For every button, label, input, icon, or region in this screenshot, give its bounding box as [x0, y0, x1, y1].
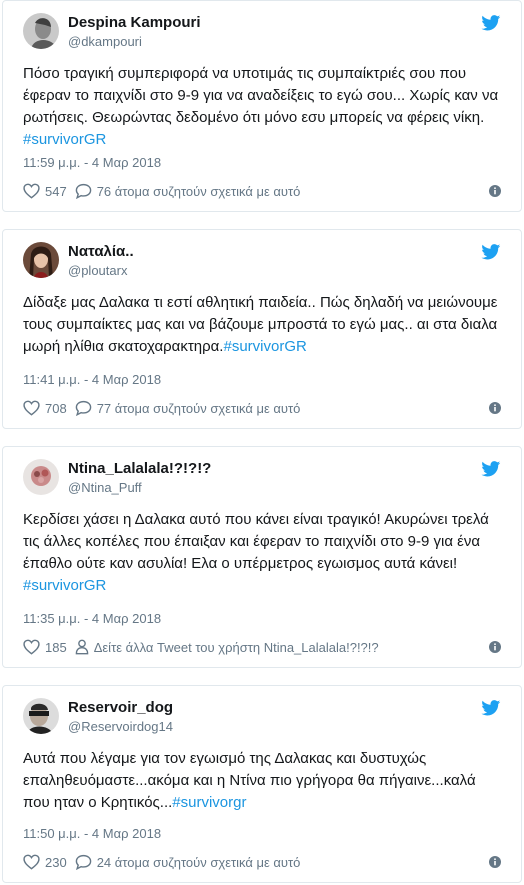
like-button[interactable]: 185 — [23, 639, 67, 655]
heart-icon — [23, 183, 40, 199]
display-name[interactable]: Ναταλία.. — [68, 243, 134, 260]
info-icon[interactable] — [489, 185, 501, 197]
tweet-text: Πόσο τραγική συμπεριφορά να υποτιμάς τις… — [23, 63, 505, 151]
tweet-text: Κερδίσει χάσει η Δαλακα αυτό που κάνει ε… — [23, 509, 505, 597]
tweet-body: Πόσο τραγική συμπεριφορά να υποτιμάς τις… — [23, 65, 499, 126]
tweet-text: Δίδαξε μας Δαλακα τι εστί αθλητική παιδε… — [23, 292, 505, 358]
speech-bubble-icon — [75, 400, 91, 416]
twitter-bird-icon[interactable] — [481, 15, 501, 31]
avatar[interactable] — [23, 698, 59, 734]
info-icon[interactable] — [489, 856, 501, 868]
heart-icon — [23, 854, 40, 870]
display-name[interactable]: Despina Kampouri — [68, 14, 201, 31]
speech-bubble-icon — [75, 854, 91, 870]
twitter-bird-icon[interactable] — [481, 700, 501, 716]
display-name[interactable]: Reservoir_dog — [68, 699, 173, 716]
avatar[interactable] — [23, 459, 59, 495]
user-handle[interactable]: @dkampouri — [68, 34, 142, 49]
like-button[interactable]: 230 — [23, 854, 67, 870]
info-icon[interactable] — [489, 641, 501, 653]
profile-tweets-label: Δείτε άλλα Tweet του χρήστη Ntina_Lalala… — [93, 639, 379, 655]
person-icon — [75, 639, 89, 655]
tweet-actions: 185 Δείτε άλλα Tweet του χρήστη Ntina_La… — [23, 637, 387, 657]
like-count: 708 — [45, 400, 67, 416]
user-handle[interactable]: @Reservoirdog14 — [68, 719, 173, 734]
profile-tweets-link[interactable]: Δείτε άλλα Tweet του χρήστη Ntina_Lalala… — [75, 639, 379, 655]
tweet-body: Αυτά που λέγαμε για τον εγωισμό της Δαλα… — [23, 750, 476, 811]
tweet-actions: 547 76 άτομα συζητούν σχετικά με αυτό — [23, 181, 308, 201]
heart-icon — [23, 400, 40, 416]
like-count: 185 — [45, 639, 67, 655]
tweet-timestamp[interactable]: 11:50 μ.μ. - 4 Μαρ 2018 — [23, 826, 161, 841]
twitter-bird-icon[interactable] — [481, 461, 501, 477]
tweet-timestamp[interactable]: 11:35 μ.μ. - 4 Μαρ 2018 — [23, 611, 161, 626]
hashtag-link[interactable]: #survivorGR — [223, 338, 306, 355]
conversation-count: 76 άτομα συζητούν σχετικά με αυτό — [96, 183, 301, 199]
tweet-timestamp[interactable]: 11:41 μ.μ. - 4 Μαρ 2018 — [23, 372, 161, 387]
twitter-bird-icon[interactable] — [481, 244, 501, 260]
like-button[interactable]: 708 — [23, 400, 67, 416]
tweet-card: Ναταλία.. @ploutarx Δίδαξε μας Δαλακα τι… — [2, 229, 522, 429]
like-button[interactable]: 547 — [23, 183, 67, 199]
hashtag-link[interactable]: #survivorGR — [23, 131, 106, 148]
like-count: 230 — [45, 854, 67, 870]
tweet-timestamp[interactable]: 11:59 μ.μ. - 4 Μαρ 2018 — [23, 155, 161, 170]
conversation-link[interactable]: 24 άτομα συζητούν σχετικά με αυτό — [75, 854, 301, 870]
user-handle[interactable]: @Ntina_Puff — [68, 480, 142, 495]
tweet-body: Κερδίσει χάσει η Δαλακα αυτό που κάνει ε… — [23, 511, 489, 572]
display-name[interactable]: Ntina_Lalalala!?!?!? — [68, 460, 211, 477]
avatar[interactable] — [23, 13, 59, 49]
conversation-link[interactable]: 77 άτομα συζητούν σχετικά με αυτό — [75, 400, 301, 416]
conversation-link[interactable]: 76 άτομα συζητούν σχετικά με αυτό — [75, 183, 301, 199]
tweet-card: Reservoir_dog @Reservoirdog14 Αυτά που λ… — [2, 685, 522, 883]
info-icon[interactable] — [489, 402, 501, 414]
tweet-text: Αυτά που λέγαμε για τον εγωισμό της Δαλα… — [23, 748, 505, 814]
hashtag-link[interactable]: #survivorGR — [23, 577, 106, 594]
tweet-actions: 230 24 άτομα συζητούν σχετικά με αυτό — [23, 852, 308, 872]
user-handle[interactable]: @ploutarx — [68, 263, 127, 278]
conversation-count: 77 άτομα συζητούν σχετικά με αυτό — [96, 400, 301, 416]
avatar[interactable] — [23, 242, 59, 278]
heart-icon — [23, 639, 40, 655]
speech-bubble-icon — [75, 183, 91, 199]
like-count: 547 — [45, 183, 67, 199]
tweet-actions: 708 77 άτομα συζητούν σχετικά με αυτό — [23, 398, 308, 418]
conversation-count: 24 άτομα συζητούν σχετικά με αυτό — [96, 854, 301, 870]
hashtag-link[interactable]: #survivorgr — [172, 794, 246, 811]
tweet-card: Despina Kampouri @dkampouri Πόσο τραγική… — [2, 0, 522, 212]
tweet-card: Ntina_Lalalala!?!?!? @Ntina_Puff Κερδίσε… — [2, 446, 522, 668]
